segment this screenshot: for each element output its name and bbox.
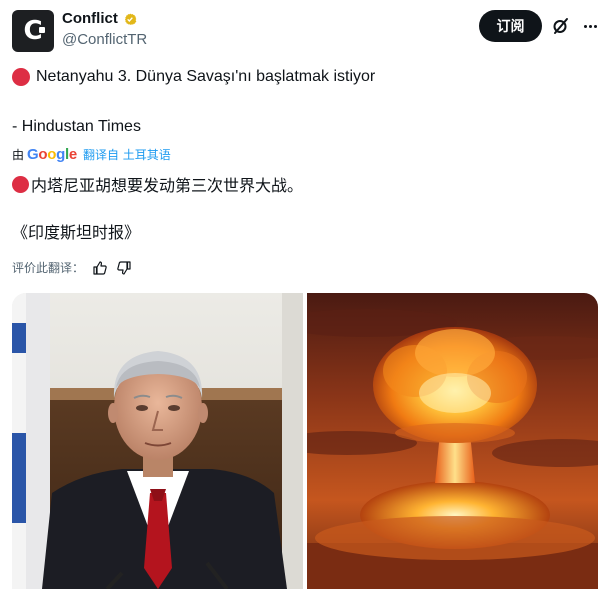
tweet-media[interactable] [12, 293, 598, 589]
grok-icon[interactable] [551, 16, 571, 36]
portrait-image [12, 293, 303, 589]
red-circle-emoji-icon [12, 68, 30, 86]
author-name-row: Conflict [62, 10, 138, 27]
author-display-name[interactable]: Conflict [62, 10, 118, 27]
verified-badge-icon [124, 13, 137, 25]
tweet-translated-line-2: 《印度斯坦时报》 [12, 219, 140, 243]
tweet-original-line-1: Netanyahu 3. Dünya Savaşı'nı başlatmak i… [12, 68, 375, 86]
translation-attribution: 由 Google 翻译自 土耳其语 [12, 146, 171, 163]
translate-source-link[interactable]: 翻译自 土耳其语 [83, 146, 171, 163]
google-logo: Google [27, 146, 77, 163]
tweet-original-line-2: - Hindustan Times [12, 118, 141, 136]
rate-translation-label: 评价此翻译： [12, 261, 85, 275]
tweet-translated-text-2: 《印度斯坦时报》 [12, 223, 141, 242]
rate-translation: 评价此翻译： [12, 259, 132, 276]
translated-by-prefix: 由 [12, 148, 25, 162]
author-handle[interactable]: @ConflictTR [62, 31, 147, 48]
explosion-image [307, 293, 598, 589]
photo-netanyahu[interactable] [12, 293, 303, 589]
red-circle-emoji-icon [12, 175, 29, 193]
avatar[interactable]: C [12, 10, 54, 52]
thumbs-down-icon[interactable] [116, 260, 132, 276]
thumbs-up-icon[interactable] [92, 260, 108, 276]
tweet-original-text-1: Netanyahu 3. Dünya Savaşı'nı başlatmak i… [36, 68, 376, 85]
tweet-original-text-2: - Hindustan Times [12, 118, 141, 135]
photo-nuclear-explosion[interactable] [307, 293, 598, 589]
avatar-logo-dot [39, 27, 45, 33]
tweet-translated-line-1: 内塔尼亚胡想要发动第三次世界大战。 [12, 172, 303, 196]
more-options-icon[interactable] [580, 16, 600, 36]
subscribe-button[interactable]: 订阅 [479, 10, 542, 42]
tweet-translated-text-1: 内塔尼亚胡想要发动第三次世界大战。 [31, 176, 304, 195]
